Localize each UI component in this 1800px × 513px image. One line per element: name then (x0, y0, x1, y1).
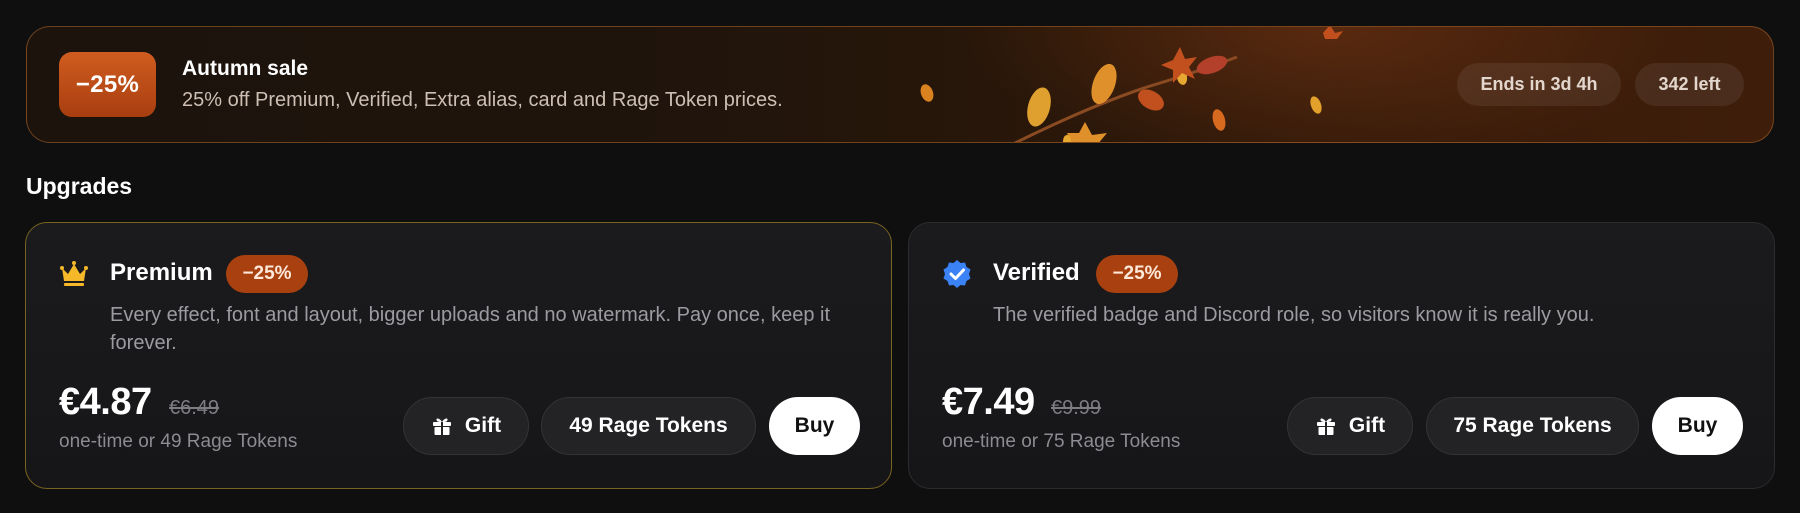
sale-discount-badge: −25% (59, 52, 156, 117)
verified-buy-label: Buy (1677, 414, 1718, 437)
sale-remaining-text: 342 left (1658, 74, 1721, 94)
premium-description: Every effect, font and layout, bigger up… (110, 304, 831, 354)
premium-tokens-button[interactable]: 49 Rage Tokens (541, 397, 756, 455)
premium-price: €4.87 (59, 381, 152, 423)
verified-tokens-label: 75 Rage Tokens (1453, 414, 1612, 437)
gift-icon (432, 418, 451, 435)
banner-title: Autumn sale (182, 57, 309, 80)
banner-subtitle: 25% off Premium, Verified, Extra alias, … (182, 89, 783, 111)
premium-price-note: one-time or 49 Rage Tokens (59, 431, 298, 452)
autumn-sale-banner: −25% Autumn sale 25% off Premium, Verifi… (26, 26, 1774, 143)
section-title-upgrades: Upgrades (26, 173, 133, 199)
premium-discount-badge: −25% (226, 255, 308, 293)
verified-old-price: €9.99 (1051, 397, 1102, 419)
verified-check-icon (943, 260, 971, 288)
sale-ends-text: Ends in 3d 4h (1480, 74, 1598, 94)
premium-buy-button[interactable]: Buy (769, 397, 860, 455)
verified-price-note: one-time or 75 Rage Tokens (942, 431, 1181, 452)
gift-icon (1316, 418, 1335, 435)
verified-discount-badge: −25% (1096, 255, 1178, 293)
verified-tokens-button[interactable]: 75 Rage Tokens (1426, 397, 1639, 455)
page: −25% Autumn sale 25% off Premium, Verifi… (0, 0, 1800, 513)
premium-card: Premium −25% Every effect, font and layo… (25, 222, 892, 489)
premium-gift-button[interactable]: Gift (403, 397, 529, 455)
premium-tokens-label: 49 Rage Tokens (569, 414, 728, 437)
premium-buy-label: Buy (794, 414, 835, 437)
crown-icon (60, 261, 88, 286)
verified-buy-button[interactable]: Buy (1652, 397, 1743, 455)
premium-gift-label: Gift (464, 414, 502, 437)
verified-discount-text: −25% (1112, 263, 1162, 284)
verified-card: Verified −25% The verified badge and Dis… (908, 222, 1775, 489)
premium-title: Premium (110, 259, 213, 286)
verified-description: The verified badge and Discord role, so … (993, 304, 1595, 326)
premium-discount-text: −25% (242, 263, 292, 284)
sale-remaining-pill: 342 left (1635, 63, 1744, 106)
sale-discount-text: −25% (75, 70, 140, 98)
verified-price: €7.49 (942, 381, 1035, 423)
verified-gift-button[interactable]: Gift (1287, 397, 1413, 455)
verified-gift-label: Gift (1348, 414, 1386, 437)
premium-old-price: €6.49 (169, 397, 220, 419)
sale-ends-pill: Ends in 3d 4h (1457, 63, 1621, 106)
verified-title: Verified (993, 259, 1080, 286)
